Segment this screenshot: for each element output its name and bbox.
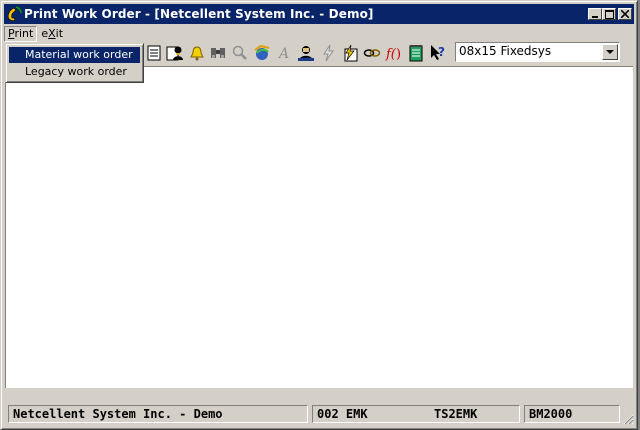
svg-text:): ) [396, 47, 401, 62]
window-controls [586, 8, 632, 20]
menu-item-label: Material work order [25, 48, 133, 61]
minimize-icon [592, 16, 598, 18]
status-codes: 002 EMK TS2EMK [312, 405, 520, 423]
notepad-icon[interactable] [407, 43, 425, 63]
chevron-down-icon [606, 49, 614, 54]
menu-print[interactable]: Print [4, 26, 38, 42]
maximize-button[interactable] [602, 8, 616, 20]
function-icon[interactable]: f() [385, 43, 403, 63]
window-title: Print Work Order - [Netcellent System In… [24, 7, 374, 21]
maximize-icon [604, 9, 614, 19]
menu-exit-mnemonic: X [48, 27, 56, 40]
font-icon[interactable]: A [275, 43, 293, 63]
status-company: Netcellent System Inc. - Demo [8, 405, 308, 423]
font-select-dropdown-button[interactable] [602, 44, 618, 60]
svg-text:A: A [277, 46, 289, 61]
app-window: Print Work Order - [Netcellent System In… [0, 0, 638, 430]
close-icon [621, 10, 629, 18]
menu-item-material-work-order[interactable]: Material work order [9, 47, 140, 63]
menu-exit[interactable]: eXit [37, 26, 67, 42]
svg-text:?: ? [438, 45, 445, 59]
status-code1: 002 EMK [317, 407, 368, 421]
menu-exit-rest: it [55, 27, 64, 40]
status-code3: BM2000 [524, 405, 620, 423]
bell-icon[interactable] [188, 43, 206, 63]
font-select-value: 08x15 Fixedsys [459, 44, 552, 58]
menu-print-rest: rint [14, 27, 34, 40]
status-code2: TS2EMK [434, 407, 478, 421]
context-help-icon[interactable]: ? [429, 43, 447, 63]
document-icon[interactable] [145, 43, 163, 63]
link-icon[interactable] [363, 43, 381, 63]
phone-handset-icon[interactable] [6, 6, 22, 22]
lightning-calc-icon[interactable] [341, 43, 359, 63]
binoculars-icon[interactable] [209, 43, 227, 63]
close-button[interactable] [618, 8, 632, 20]
browser-icon[interactable] [253, 43, 271, 63]
status-bar: Netcellent System Inc. - Demo 002 EMK TS… [4, 405, 634, 425]
minimize-button[interactable] [588, 8, 602, 20]
font-select[interactable]: 08x15 Fixedsys [455, 42, 620, 62]
magnifier-icon[interactable] [231, 43, 249, 63]
resize-grip-icon[interactable] [622, 413, 634, 425]
person-icon[interactable] [297, 43, 315, 63]
lightning-icon[interactable] [319, 43, 337, 63]
work-area[interactable] [5, 66, 633, 388]
menu-item-label: Legacy work order [25, 65, 127, 78]
user-list-icon[interactable] [166, 43, 184, 63]
title-bar[interactable]: Print Work Order - [Netcellent System In… [4, 4, 634, 24]
menu-item-legacy-work-order[interactable]: Legacy work order [9, 64, 140, 80]
print-menu-dropdown: Material work order Legacy work order [5, 43, 144, 83]
